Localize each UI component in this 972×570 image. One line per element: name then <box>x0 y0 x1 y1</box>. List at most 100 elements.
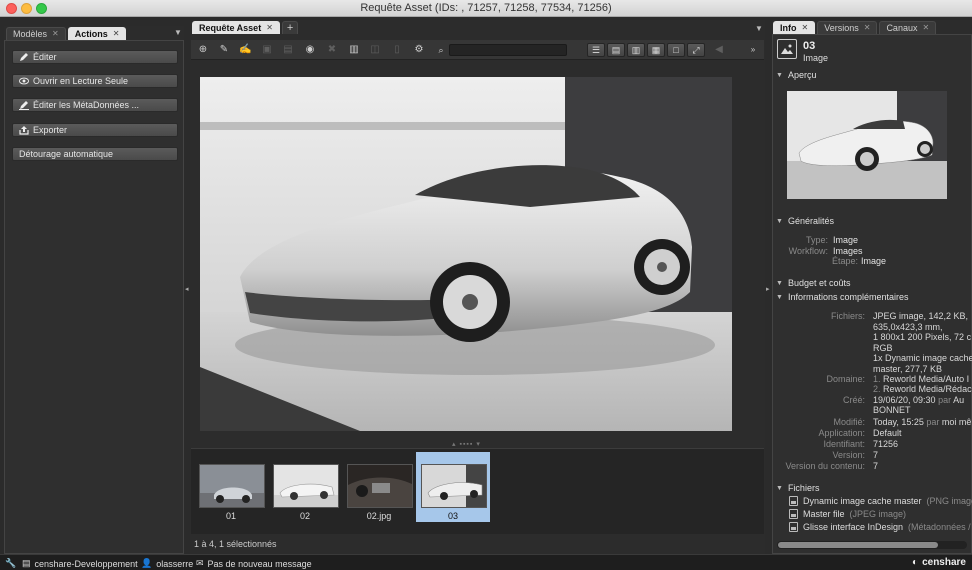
view-details-button[interactable]: ▤ <box>607 43 625 57</box>
delete-icon[interactable]: ✖ <box>326 44 338 56</box>
search-icon: ⌕ <box>438 45 444 55</box>
close-icon[interactable]: ✕ <box>52 28 59 40</box>
action-label: Détourage automatique <box>19 149 114 159</box>
thumbnail-item[interactable]: 02.jpg <box>342 452 416 522</box>
edit-metadata-icon[interactable]: ✍ <box>239 44 251 56</box>
domaine-line: 2. Reworld Media/Rédac <box>873 384 972 394</box>
messages-status[interactable]: ✉ Pas de nouveau message <box>196 558 312 569</box>
close-icon[interactable]: ✕ <box>864 22 871 34</box>
server-status[interactable]: ▤ censhare-Developpement <box>22 558 138 569</box>
action-label: Ouvrir en Lecture Seule <box>33 76 129 86</box>
expand-triangle-icon: ▼ <box>776 217 783 225</box>
scrollbar-thumb[interactable] <box>778 542 938 548</box>
close-icon[interactable]: ✕ <box>266 22 273 34</box>
panel-menu-chevron-down-icon[interactable]: ▼ <box>174 28 182 37</box>
add-icon[interactable]: ⊕ <box>197 44 209 56</box>
compare-icon[interactable]: ◫ <box>369 44 381 56</box>
document-icon[interactable]: ▯ <box>391 44 403 56</box>
search-input[interactable] <box>449 44 567 56</box>
thumbnail-strip: 01 02 02.jpg 03 <box>191 448 764 534</box>
cree-user-line: BONNET <box>873 405 911 415</box>
horizontal-scrollbar[interactable] <box>777 541 967 549</box>
tab-canaux[interactable]: Canaux ✕ <box>879 21 937 34</box>
application-value: Default <box>873 428 902 438</box>
pencil-icon[interactable]: ✎ <box>218 44 230 56</box>
brand-logo: ◐ censhare <box>912 557 966 568</box>
gear-icon[interactable]: ⚙ <box>413 44 425 56</box>
tab-requete-asset[interactable]: Requête Asset ✕ <box>192 21 280 34</box>
fichiers-line: 635,0x423,3 mm, <box>873 322 943 332</box>
asset-type: Image <box>803 53 829 63</box>
expand-triangle-icon: ▼ <box>776 71 783 79</box>
domaine-line: 1. Reworld Media/Auto I <box>873 374 970 384</box>
section-apercu-header[interactable]: ▼ Aperçu <box>776 70 816 80</box>
thumbnail-image <box>273 464 339 508</box>
eye-icon[interactable]: ◉ <box>304 44 316 56</box>
tab-modeles[interactable]: Modèles ✕ <box>6 27 66 40</box>
splitter-handle[interactable]: ▴ ▪▪▪▪ ▾ <box>452 440 481 448</box>
section-budget-header[interactable]: ▼ Budget et coûts <box>776 278 850 288</box>
file-item-master[interactable]: Master file (JPEG image) <box>789 509 906 519</box>
auto-clipping-button[interactable]: Détourage automatique <box>12 147 178 161</box>
left-collapse-arrow-icon[interactable]: ◂ <box>185 285 189 293</box>
file-image-icon <box>789 509 798 519</box>
view-grid-button[interactable]: ▦ <box>647 43 665 57</box>
preview-thumbnail <box>787 91 947 199</box>
checkout-icon[interactable]: ▣ <box>261 44 273 56</box>
thumbnail-label: 01 <box>225 511 236 521</box>
plus-icon: + <box>286 22 294 34</box>
section-infos-header[interactable]: ▼ Informations complémentaires <box>776 292 909 302</box>
tab-actions[interactable]: Actions ✕ <box>67 27 127 40</box>
export-icon <box>19 125 29 135</box>
relations-icon[interactable]: ▥ <box>348 44 360 56</box>
tab-label: Actions <box>74 29 108 39</box>
file-item-dynamic-cache[interactable]: Dynamic image cache master (PNG image <box>789 496 972 506</box>
edit-button[interactable]: Éditer <box>12 50 178 64</box>
thumbnail-item[interactable]: 02 <box>268 452 342 522</box>
envelope-icon: ✉ <box>196 558 204 568</box>
close-icon[interactable]: ✕ <box>922 22 929 34</box>
file-item-indesign[interactable]: Glisse interface InDesign (Métadonnées / <box>789 522 971 532</box>
fullscreen-button[interactable]: ⤢ <box>687 43 705 57</box>
right-panel: Info ✕ Versions ✕ Canaux ✕ 03 Image ▼ Ap… <box>772 20 972 554</box>
section-generalites-header[interactable]: ▼ Généralités <box>776 216 834 226</box>
close-icon[interactable]: ✕ <box>113 28 120 40</box>
asset-preview-image <box>200 77 732 431</box>
close-icon[interactable]: ✕ <box>802 22 809 34</box>
left-panel: Modèles ✕ Actions ✕ ▼ Éditer Ouvrir en L… <box>4 26 184 554</box>
section-fichiers-header[interactable]: ▼ Fichiers <box>776 483 819 493</box>
modifie-value: Today, 15:25 par moi mê <box>873 417 972 427</box>
thumbnail-item[interactable]: 01 <box>194 452 268 522</box>
fichiers-line: master, 277,7 KB <box>873 364 943 374</box>
edit-metadata-button[interactable]: Éditer les MétaDonnées ... <box>12 98 178 112</box>
export-button[interactable]: Exporter <box>12 123 178 137</box>
window-titlebar: Requête Asset (IDs: , 71257, 71258, 7753… <box>0 0 972 17</box>
wrench-icon[interactable]: 🔧 <box>5 558 16 569</box>
thumbnail-item-selected[interactable]: 03 <box>416 452 490 522</box>
window-minimize-button[interactable] <box>21 3 32 14</box>
open-readonly-button[interactable]: Ouvrir en Lecture Seule <box>12 74 178 88</box>
file-image-icon <box>789 522 798 532</box>
section-title: Généralités <box>787 216 834 226</box>
add-tab-button[interactable]: + <box>281 21 299 34</box>
user-status[interactable]: 👤 olasserre <box>141 558 193 569</box>
cree-value: 19/06/20, 09:30 par Au <box>873 395 965 405</box>
thumbnail-image <box>421 464 487 508</box>
view-single-button[interactable]: □ <box>667 43 685 57</box>
right-collapse-arrow-icon[interactable]: ▸ <box>766 285 770 293</box>
window-maximize-button[interactable] <box>36 3 47 14</box>
tab-versions[interactable]: Versions ✕ <box>817 21 878 34</box>
view-columns-button[interactable]: ▥ <box>627 43 645 57</box>
status-bar: 🔧 ▤ censhare-Developpement 👤 olasserre ✉… <box>0 554 972 570</box>
selection-status: 1 à 4, 1 sélectionnés <box>194 539 277 549</box>
panel-menu-chevron-down-icon[interactable]: ▼ <box>755 24 763 33</box>
view-list-button[interactable]: ☰ <box>587 43 605 57</box>
checkin-icon[interactable]: ▤ <box>282 44 294 56</box>
back-arrow-icon[interactable]: ◀ <box>713 44 725 56</box>
more-icon[interactable]: » <box>747 44 759 56</box>
expand-triangle-icon: ▼ <box>776 279 783 287</box>
action-label: Éditer <box>33 52 57 62</box>
tab-info[interactable]: Info ✕ <box>773 21 816 34</box>
window-close-button[interactable] <box>6 3 17 14</box>
file-image-icon <box>789 496 798 506</box>
